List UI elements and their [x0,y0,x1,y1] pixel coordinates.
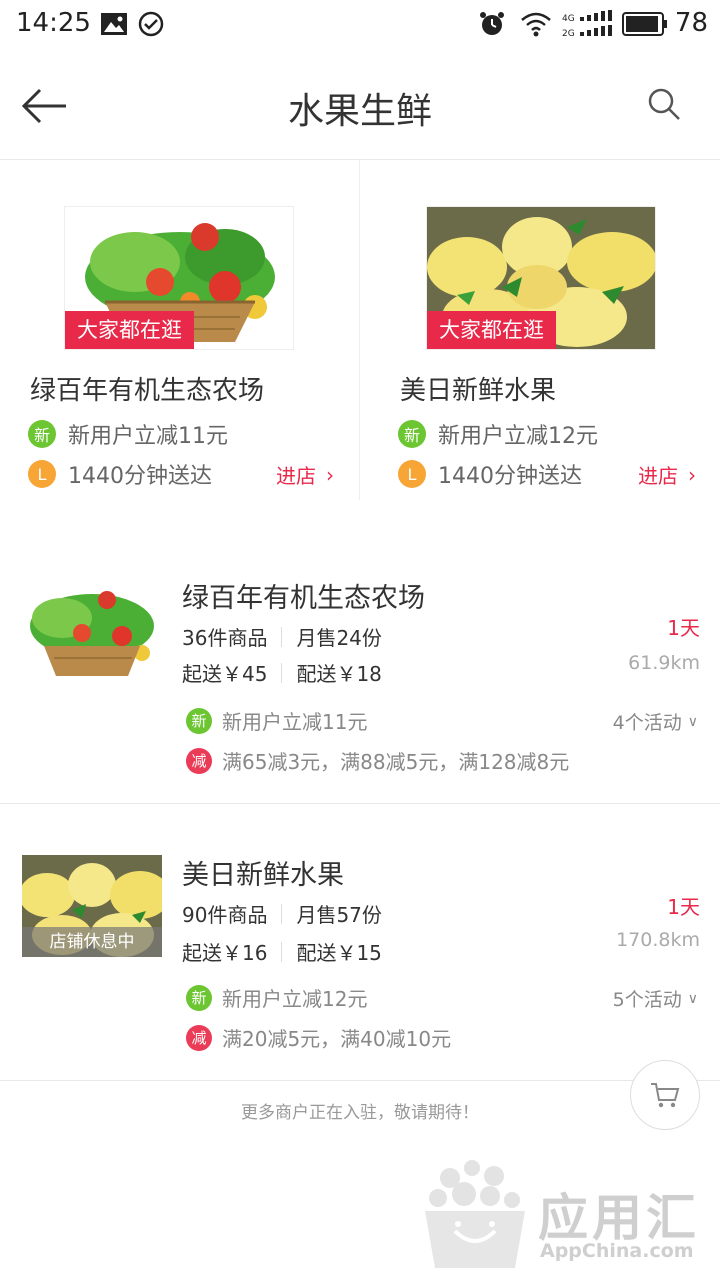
divider [281,626,283,647]
activity-count-label: 5个活动 [612,989,682,1011]
store-distance: 61.9km [628,652,700,674]
appchina-watermark: 应用汇 AppChina.com [420,1156,720,1276]
store-thumbnail[interactable] [22,578,162,680]
monthly-sales: 月售57份 [296,903,382,927]
promo-text: 新用户立减11元 [68,424,228,449]
featured-store-name[interactable]: 绿百年有机生态农场 [30,370,264,407]
store-stats: 90件商品 月售57份 [182,899,382,928]
featured-stores: 大家都在逛 绿百年有机生态农场 新 新用户立减11元 L 1440分钟送达 进店… [0,160,720,520]
store-distance: 170.8km [616,929,700,951]
divider [281,941,283,962]
new-user-badge-icon: 新 [186,984,212,1011]
goods-count: 36件商品 [182,626,268,650]
goods-count: 90件商品 [182,903,268,927]
delivery-days: 1天 [667,895,700,919]
store-list-item[interactable]: 店铺休息中 美日新鲜水果 90件商品 月售57份 起送￥16 配送￥15 1天 … [0,805,720,1081]
cart-button[interactable] [630,1060,700,1130]
delivery-fee: 配送￥15 [296,941,382,965]
activity-new-user: 新 新用户立减11元 [186,706,367,735]
new-user-badge-icon: 新 [186,707,212,734]
delivery-text: 1440分钟送达 [68,464,212,489]
min-order: 起送￥45 [182,662,268,686]
svg-text:2G: 2G [562,29,575,39]
new-user-badge-icon: 新 [28,420,56,448]
featured-card[interactable]: 大家都在逛 美日新鲜水果 新 新用户立减12元 L 1440分钟送达 进店 › [360,160,720,500]
store-closed-tag: 店铺休息中 [22,927,162,957]
enter-store-link[interactable]: 进店 › [276,460,334,489]
header-bar: 水果生鲜 [0,52,720,160]
enter-store-label: 进店 [638,464,678,488]
featured-card[interactable]: 大家都在逛 绿百年有机生态农场 新 新用户立减11元 L 1440分钟送达 进店… [0,160,360,500]
chevron-right-icon: › [688,462,696,487]
monthly-sales: 月售24份 [296,626,382,650]
store-image-mangoes[interactable]: 大家都在逛 [426,206,656,350]
watermark-subtext: AppChina.com [540,1240,694,1262]
featured-delivery: L 1440分钟送达 [28,458,212,490]
featured-delivery: L 1440分钟送达 [398,458,582,490]
wifi-icon [521,12,551,37]
new-user-badge-icon: 新 [398,420,426,448]
delivery-days: 1天 [667,616,700,640]
activity-discount: 减 满65减3元，满88减5元，满128减8元 [186,746,569,775]
activity-new-user: 新 新用户立减12元 [186,983,367,1012]
cart-icon [651,1083,680,1108]
svg-text:4G: 4G [562,14,575,24]
activity-text: 满20减5元，满40减10元 [222,1027,452,1051]
activity-text: 新用户立减11元 [222,710,368,734]
store-fees: 起送￥16 配送￥15 [182,937,382,966]
battery-icon [622,12,667,36]
activity-count-toggle[interactable]: 4个活动 ∨ [613,708,698,735]
store-name[interactable]: 美日新鲜水果 [182,853,344,892]
featured-promo: 新 新用户立减11元 [28,418,228,450]
status-bar: 14:25 4G 2G 78 [0,0,720,52]
featured-promo: 新 新用户立减12元 [398,418,598,450]
activity-count-toggle[interactable]: 5个活动 ∨ [613,985,698,1012]
discount-badge-icon: 减 [186,747,212,774]
alarm-icon [480,12,504,35]
store-name[interactable]: 绿百年有机生态农场 [182,576,425,615]
activity-text: 新用户立减12元 [222,987,368,1011]
store-thumbnail[interactable]: 店铺休息中 [22,855,162,957]
battery-level: 78 [674,8,708,38]
activity-count-label: 4个活动 [612,712,682,734]
delivery-fee: 配送￥18 [296,662,382,686]
store-fees: 起送￥45 配送￥18 [182,658,382,687]
signal-icon: 4G 2G [562,10,612,39]
chevron-down-icon: ∨ [687,713,698,730]
store-stats: 36件商品 月售24份 [182,622,382,651]
featured-tag: 大家都在逛 [65,311,194,349]
store-list-item[interactable]: 绿百年有机生态农场 36件商品 月售24份 起送￥45 配送￥18 1天 61.… [0,560,720,804]
discount-badge-icon: 减 [186,1024,212,1051]
activity-text: 满65减3元，满88减5元，满128减8元 [222,750,570,774]
page-title: 水果生鲜 [287,91,432,132]
delivery-text: 1440分钟送达 [438,464,582,489]
store-image-vegetables[interactable]: 大家都在逛 [64,206,294,350]
divider [281,662,283,683]
chevron-down-icon: ∨ [687,990,698,1007]
footer-note: 更多商户正在入驻，敬请期待！ [241,1103,479,1123]
appchina-logo-icon [425,1160,525,1268]
promo-text: 新用户立减12元 [438,424,598,449]
featured-store-name[interactable]: 美日新鲜水果 [400,370,556,407]
image-notification-icon [101,13,127,35]
chevron-right-icon: › [326,462,334,487]
featured-tag: 大家都在逛 [427,311,556,349]
divider [281,903,283,924]
check-circle-icon [138,11,164,37]
enter-store-label: 进店 [276,464,316,488]
status-time: 14:25 [16,8,91,38]
delivery-time-icon: L [28,460,56,488]
min-order: 起送￥16 [182,941,268,965]
delivery-time-icon: L [398,460,426,488]
search-icon[interactable] [646,86,682,122]
vegetable-basket-image [22,578,162,680]
activity-discount: 减 满20减5元，满40减10元 [186,1023,451,1052]
enter-store-link[interactable]: 进店 › [638,460,696,489]
